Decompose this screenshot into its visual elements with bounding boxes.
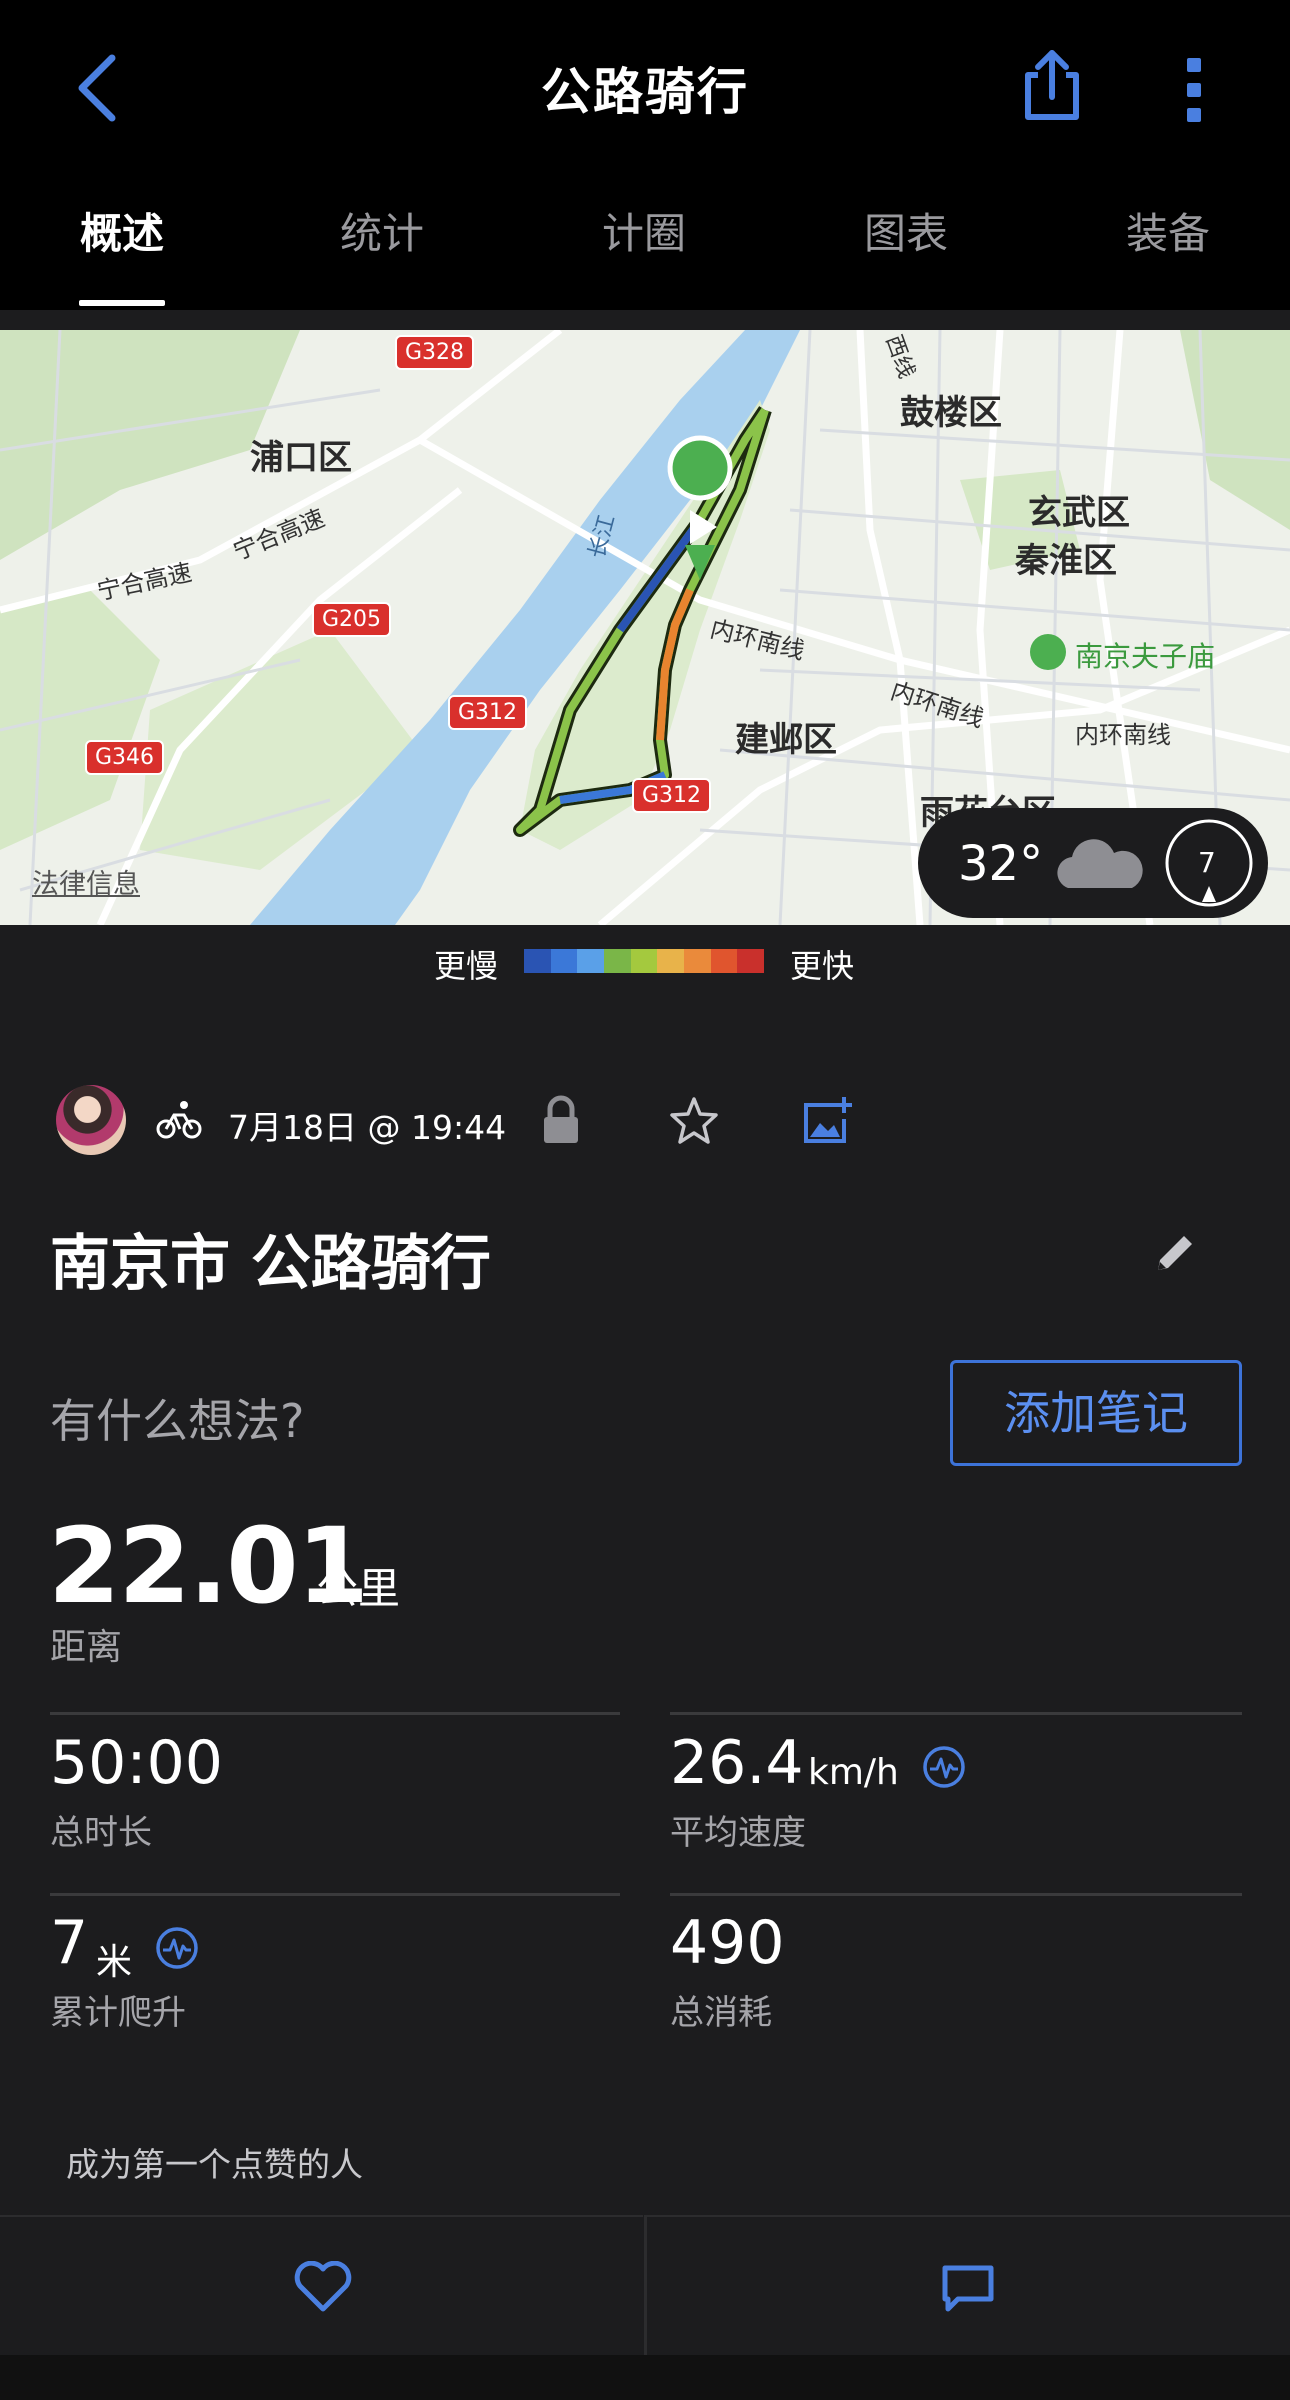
divider [50,1893,620,1896]
highway-badge: G205 [312,602,392,637]
district-label: 鼓楼区 [900,393,1002,433]
legend-swatch [577,949,605,973]
add-photo-icon[interactable] [800,1093,854,1147]
highway-badge: G312 [448,695,528,730]
legend-swatch [684,949,711,973]
road-label: 内环南线 [1075,721,1171,749]
thoughts-prompt[interactable]: 有什么想法? [50,1385,304,1451]
add-note-button[interactable]: 添加笔记 [950,1360,1242,1466]
district-label: 浦口区 [250,438,352,478]
legend-swatch [710,949,738,973]
edit-pencil-icon[interactable] [1150,1228,1200,1278]
distance-unit: 公里 [316,1564,401,1613]
legend-swatch [550,949,578,973]
poi-label: 南京夫子庙 [1075,640,1216,673]
elevation-value: 7 [50,1908,89,1978]
sensor-pulse-icon [923,1746,965,1788]
divider [50,1712,620,1715]
bicycle-icon [156,1101,202,1139]
divider [670,1712,1242,1715]
avatar[interactable] [56,1085,126,1155]
calories-label: 总消耗 [670,1993,772,2033]
top-bar: 公路骑行 概述 统计 计圈 图表 装备 [0,0,1290,310]
sensor-pulse-icon [156,1927,198,1969]
tab-laps[interactable]: 计圈 [544,200,744,261]
tab-overview[interactable]: 概述 [22,200,222,261]
tab-stats[interactable]: 统计 [282,200,482,261]
home-indicator-area [0,2355,1290,2400]
highway-badge: G346 [85,740,165,775]
distance-label: 距离 [50,1627,123,1668]
legal-info-link[interactable]: 法律信息 [32,862,140,901]
legend-swatch [524,949,551,973]
legend-swatch [737,949,765,973]
duration-value: 50:00 [50,1728,223,1798]
pace-legend: 更慢 更快 [0,925,1290,995]
activity-title: 南京市 公路骑行 [50,1229,491,1299]
like-button[interactable] [0,2215,643,2355]
legend-slower: 更慢 [434,947,499,985]
more-options-icon[interactable] [1170,50,1218,130]
highway-badge: G312 [632,778,712,813]
active-tab-indicator [79,300,165,306]
page-title: 公路骑行 [541,63,749,121]
calories-value: 490 [670,1908,785,1978]
share-icon[interactable] [1020,45,1084,125]
temperature: 32° [958,836,1044,892]
legend-faster: 更快 [790,947,855,985]
elevation-unit: 米 [96,1942,133,1983]
legend-swatch [604,949,631,973]
avg-speed-value: 26.4 [670,1728,804,1798]
wind-speed: 7 [1198,846,1216,879]
weather-badge: 32° 7 [918,808,1268,918]
activity-datetime: 7月18日 @ 19:44 [228,1108,507,1147]
legend-swatch [657,949,685,973]
elevation-label: 累计爬升 [50,1993,186,2033]
comment-button[interactable] [647,2215,1290,2355]
comment-icon [942,2265,994,2312]
activity-meta: 7月18日 @ 19:44 [0,1085,1290,1165]
highway-badge: G328 [395,335,475,370]
likes-note: 成为第一个点赞的人 [66,2145,363,2184]
district-label: 建邺区 [735,720,837,760]
poi-icon [1030,634,1066,670]
avg-speed-unit: km/h [808,1752,899,1793]
cloud-icon [1057,839,1143,888]
legend-swatch [630,949,658,973]
duration-label: 总时长 [50,1813,152,1853]
lock-icon[interactable] [540,1095,582,1145]
district-label: 玄武区 [1028,493,1130,533]
heart-icon [294,2261,352,2312]
divider [670,1893,1242,1896]
tab-bar: 概述 统计 计圈 图表 装备 [0,190,1290,310]
district-label: 秦淮区 [1015,541,1117,581]
tab-gear[interactable]: 装备 [1068,200,1268,261]
legend-gradient [524,949,765,973]
star-icon[interactable] [668,1095,720,1147]
tab-charts[interactable]: 图表 [806,200,1006,261]
avg-speed-label: 平均速度 [670,1813,806,1853]
